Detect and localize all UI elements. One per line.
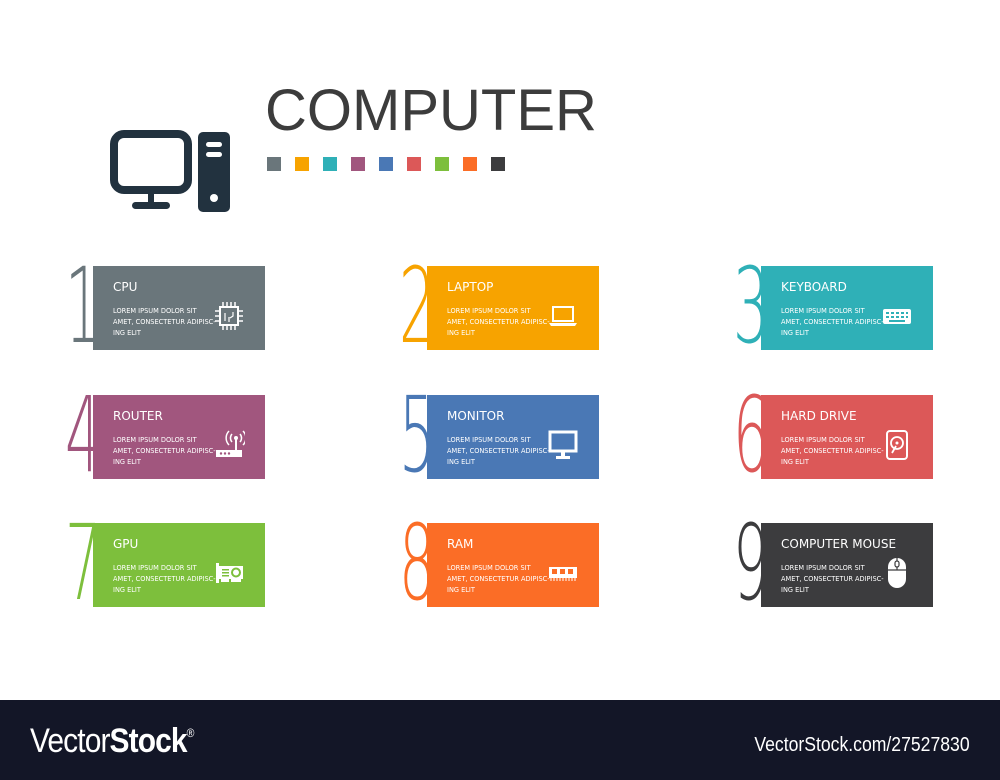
footer-bar: VectorStock® VectorStock.com/27527830 — [0, 700, 1000, 780]
page-title: COMPUTER — [265, 78, 597, 143]
item-box: MONITOR Lorem ipsum dolor sit amet, conse… — [427, 395, 599, 479]
item-number: 7 — [65, 502, 102, 624]
item-text: Lorem ipsum dolor sit amet, consectetur … — [781, 436, 884, 466]
info-item: 1 CPU Lorem ipsum dolor sit amet, consecte… — [65, 254, 345, 358]
gpu-card-icon — [216, 563, 243, 583]
item-title: MONITOR — [447, 409, 505, 423]
color-swatch — [379, 157, 393, 171]
monitor-icon — [548, 430, 578, 459]
item-box: HARD DRIVE Lorem ipsum dolor sit amet, co… — [761, 395, 933, 479]
info-item: 5 MONITOR Lorem ipsum dolor sit amet, cons… — [399, 383, 679, 487]
item-number: 6 — [733, 374, 770, 496]
hard-drive-icon — [886, 430, 908, 460]
color-swatch — [295, 157, 309, 171]
item-text: Lorem ipsum dolor sit amet, consectetur … — [781, 564, 884, 594]
item-text: Lorem ipsum dolor sit amet, consectetur … — [447, 436, 550, 466]
item-text: Lorem ipsum dolor sit amet, consectetur … — [781, 307, 884, 337]
color-swatch — [463, 157, 477, 171]
info-item: 6 HARD DRIVE Lorem ipsum dolor sit amet, c… — [733, 383, 1000, 487]
item-title: LAPTOP — [447, 280, 494, 294]
item-title: HARD DRIVE — [781, 409, 857, 423]
computer-mouse-icon — [888, 558, 906, 588]
item-box: GPU Lorem ipsum dolor sit amet, consectet… — [93, 523, 265, 607]
item-title: ROUTER — [113, 409, 163, 423]
item-title: CPU — [113, 280, 138, 294]
item-text: Lorem ipsum dolor sit amet, consectetur … — [113, 436, 216, 466]
info-item: 4 ROUTER Lorem ipsum dolor sit amet, conse… — [65, 383, 345, 487]
color-swatch — [351, 157, 365, 171]
item-box: LAPTOP Lorem ipsum dolor sit amet, consec… — [427, 266, 599, 350]
item-title: KEYBOARD — [781, 280, 847, 294]
item-box: ROUTER Lorem ipsum dolor sit amet, consec… — [93, 395, 265, 479]
item-title: GPU — [113, 537, 139, 551]
item-number: 1 — [65, 245, 102, 367]
item-title: COMPUTER MOUSE — [781, 537, 897, 551]
info-item: 3 KEYBOARD Lorem ipsum dolor sit amet, con… — [733, 254, 1000, 358]
item-text: Lorem ipsum dolor sit amet, consectetur … — [113, 307, 216, 337]
item-number: 3 — [733, 245, 770, 367]
color-swatches — [267, 157, 505, 171]
brand-logo: VectorStock® — [30, 722, 194, 761]
laptop-icon — [549, 306, 577, 326]
keyboard-icon — [883, 309, 911, 324]
stock-id: VectorStock.com/27527830 — [754, 734, 970, 756]
item-number: 5 — [399, 374, 436, 496]
info-item: 7 GPU Lorem ipsum dolor sit amet, consecte… — [65, 511, 345, 615]
item-number: 2 — [399, 245, 436, 367]
registered-mark: ® — [186, 726, 195, 740]
router-icon — [216, 430, 245, 457]
item-number: 4 — [65, 374, 102, 496]
item-number: 8 — [399, 502, 436, 624]
color-swatch — [491, 157, 505, 171]
info-item: 2 LAPTOP Lorem ipsum dolor sit amet, conse… — [399, 254, 679, 358]
color-swatch — [407, 157, 421, 171]
brand-bold: Stock — [109, 722, 188, 760]
item-box: COMPUTER MOUSE Lorem ipsum dolor sit amet… — [761, 523, 933, 607]
item-box: CPU Lorem ipsum dolor sit amet, consectet… — [93, 266, 265, 350]
item-title: RAM — [447, 537, 474, 551]
item-box: RAM Lorem ipsum dolor sit amet, consectet… — [427, 523, 599, 607]
desktop-computer-icon — [110, 130, 230, 212]
color-swatch — [435, 157, 449, 171]
brand-light: Vector — [30, 722, 110, 760]
item-text: Lorem ipsum dolor sit amet, consectetur … — [447, 564, 550, 594]
item-text: Lorem ipsum dolor sit amet, consectetur … — [113, 564, 216, 594]
color-swatch — [323, 157, 337, 171]
info-item: 8 RAM Lorem ipsum dolor sit amet, consecte… — [399, 511, 679, 615]
item-number: 9 — [733, 502, 770, 624]
info-item: 9 COMPUTER MOUSE Lorem ipsum dolor sit ame… — [733, 511, 1000, 615]
item-box: KEYBOARD Lorem ipsum dolor sit amet, cons… — [761, 266, 933, 350]
cpu-chip-icon — [215, 302, 243, 330]
ram-module-icon — [549, 567, 577, 581]
item-text: Lorem ipsum dolor sit amet, consectetur … — [447, 307, 550, 337]
color-swatch — [267, 157, 281, 171]
